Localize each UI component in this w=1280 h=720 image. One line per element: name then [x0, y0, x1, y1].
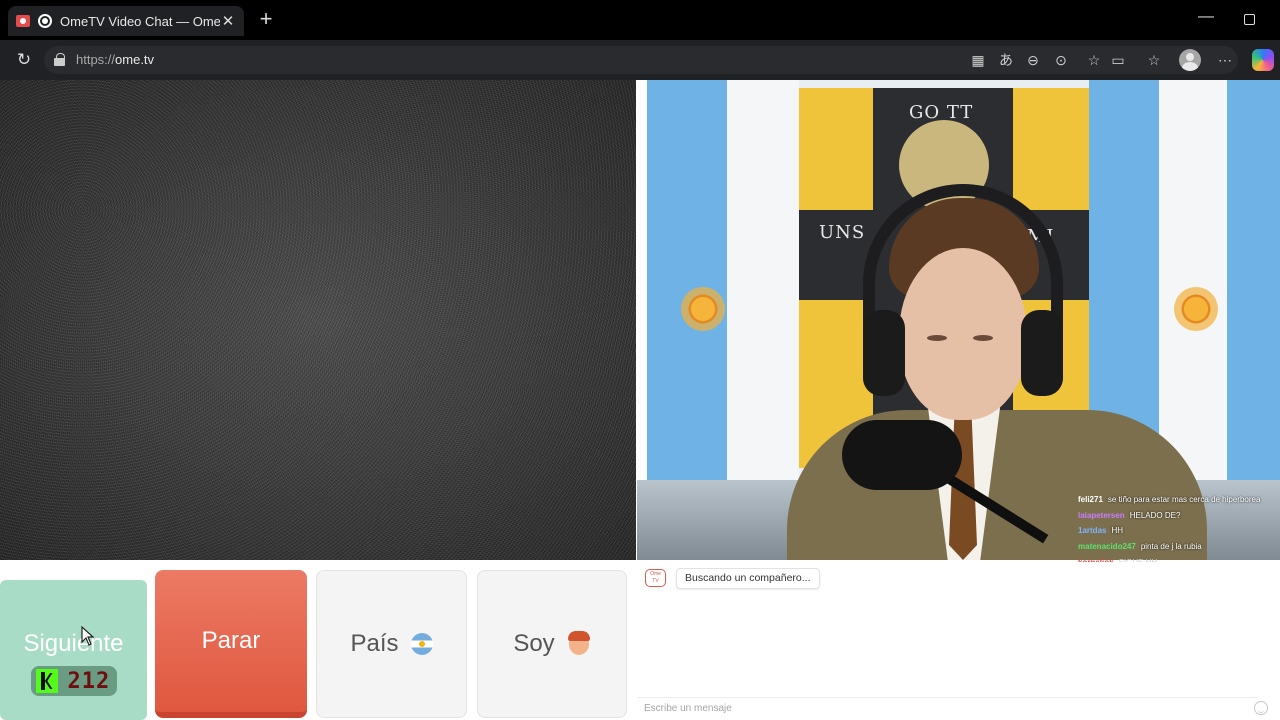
next-button-label: Siguiente: [23, 630, 124, 657]
chat-message-text: pinta de j la rubia: [1140, 542, 1202, 552]
lock-icon[interactable]: [54, 53, 65, 66]
copilot-icon[interactable]: [1252, 49, 1274, 71]
banner-text: UNS: [819, 222, 866, 243]
stream-chat-line: laiapetersen HELADO DE?: [1078, 508, 1278, 524]
favorite-star-icon[interactable]: ☆: [1084, 50, 1104, 70]
apps-icon[interactable]: ▦: [968, 50, 988, 70]
recording-icon: [38, 14, 52, 28]
chat-message-text: se tiño para estar mas cerca de hiperbor…: [1107, 495, 1261, 504]
chat-username: matenacido247: [1078, 542, 1136, 552]
headset-earcup: [863, 310, 905, 396]
stop-button-label: Parar: [201, 627, 261, 654]
sun-of-may-icon: [681, 287, 725, 331]
self-camera-video: GO TT UNS MI: [637, 80, 1280, 560]
sun-of-may-icon: [1174, 287, 1218, 331]
stranger-video-static: [0, 80, 636, 560]
url-text[interactable]: https://ome.tv: [76, 52, 154, 67]
chat-username: feli271: [1078, 495, 1103, 504]
kick-logo-icon: [35, 669, 58, 693]
minimize-icon[interactable]: —: [1196, 8, 1216, 32]
chat-status-message: Buscando un compañero...: [676, 568, 820, 589]
video-icon[interactable]: ▭: [1108, 50, 1128, 70]
stream-chat-line: matenacido247 pinta de j la rubia: [1078, 539, 1278, 555]
chat-username: laiapetersen: [1078, 510, 1125, 520]
more-options-circle-icon[interactable]: ⊙: [1051, 50, 1071, 70]
chat-message-text: HELADO DE?: [1129, 510, 1181, 520]
boy-emoji-icon: [567, 631, 591, 657]
profile-avatar[interactable]: [1179, 49, 1201, 71]
tab-title: OmeTV Video Chat — Omegl: [60, 13, 220, 29]
message-input[interactable]: [637, 697, 1257, 719]
zoom-out-icon[interactable]: ⊖: [1023, 50, 1043, 70]
favorites-icon[interactable]: ☆: [1144, 50, 1164, 70]
emoji-icon[interactable]: [1254, 701, 1268, 715]
chat-username: 1artdas: [1078, 526, 1107, 536]
banner-text: GO TT: [909, 102, 974, 123]
reload-icon[interactable]: ↻: [14, 50, 34, 70]
gender-button[interactable]: Soy: [477, 570, 627, 718]
youtube-icon: [16, 15, 30, 27]
restore-window-icon[interactable]: [1244, 14, 1255, 25]
gender-button-label: Soy: [513, 630, 555, 657]
country-button-label: País: [350, 630, 399, 657]
next-button[interactable]: Siguiente 212: [0, 580, 147, 720]
stream-chat-line: 1artdas HH: [1078, 523, 1278, 539]
ometv-logo-icon: Ome TV: [645, 569, 666, 587]
headset-earcup: [1021, 310, 1063, 396]
settings-menu-icon[interactable]: ⋯: [1215, 50, 1235, 70]
browser-tab[interactable]: OmeTV Video Chat — Omegl ✕: [8, 6, 244, 36]
translate-icon[interactable]: あ: [996, 50, 1016, 70]
country-button[interactable]: País: [316, 570, 467, 718]
stream-chat-line: feli271 se tiño para estar mas cerca de h…: [1078, 492, 1278, 508]
streak-count: 212: [67, 668, 111, 694]
chat-message-text: HH: [1111, 526, 1124, 536]
kick-streak-badge: 212: [30, 666, 117, 696]
microphone-icon: [842, 420, 962, 490]
argentina-flag-icon: [410, 633, 433, 655]
new-tab-icon[interactable]: +: [256, 8, 276, 32]
close-tab-icon[interactable]: ✕: [220, 12, 236, 30]
stop-button[interactable]: Parar: [155, 570, 307, 718]
